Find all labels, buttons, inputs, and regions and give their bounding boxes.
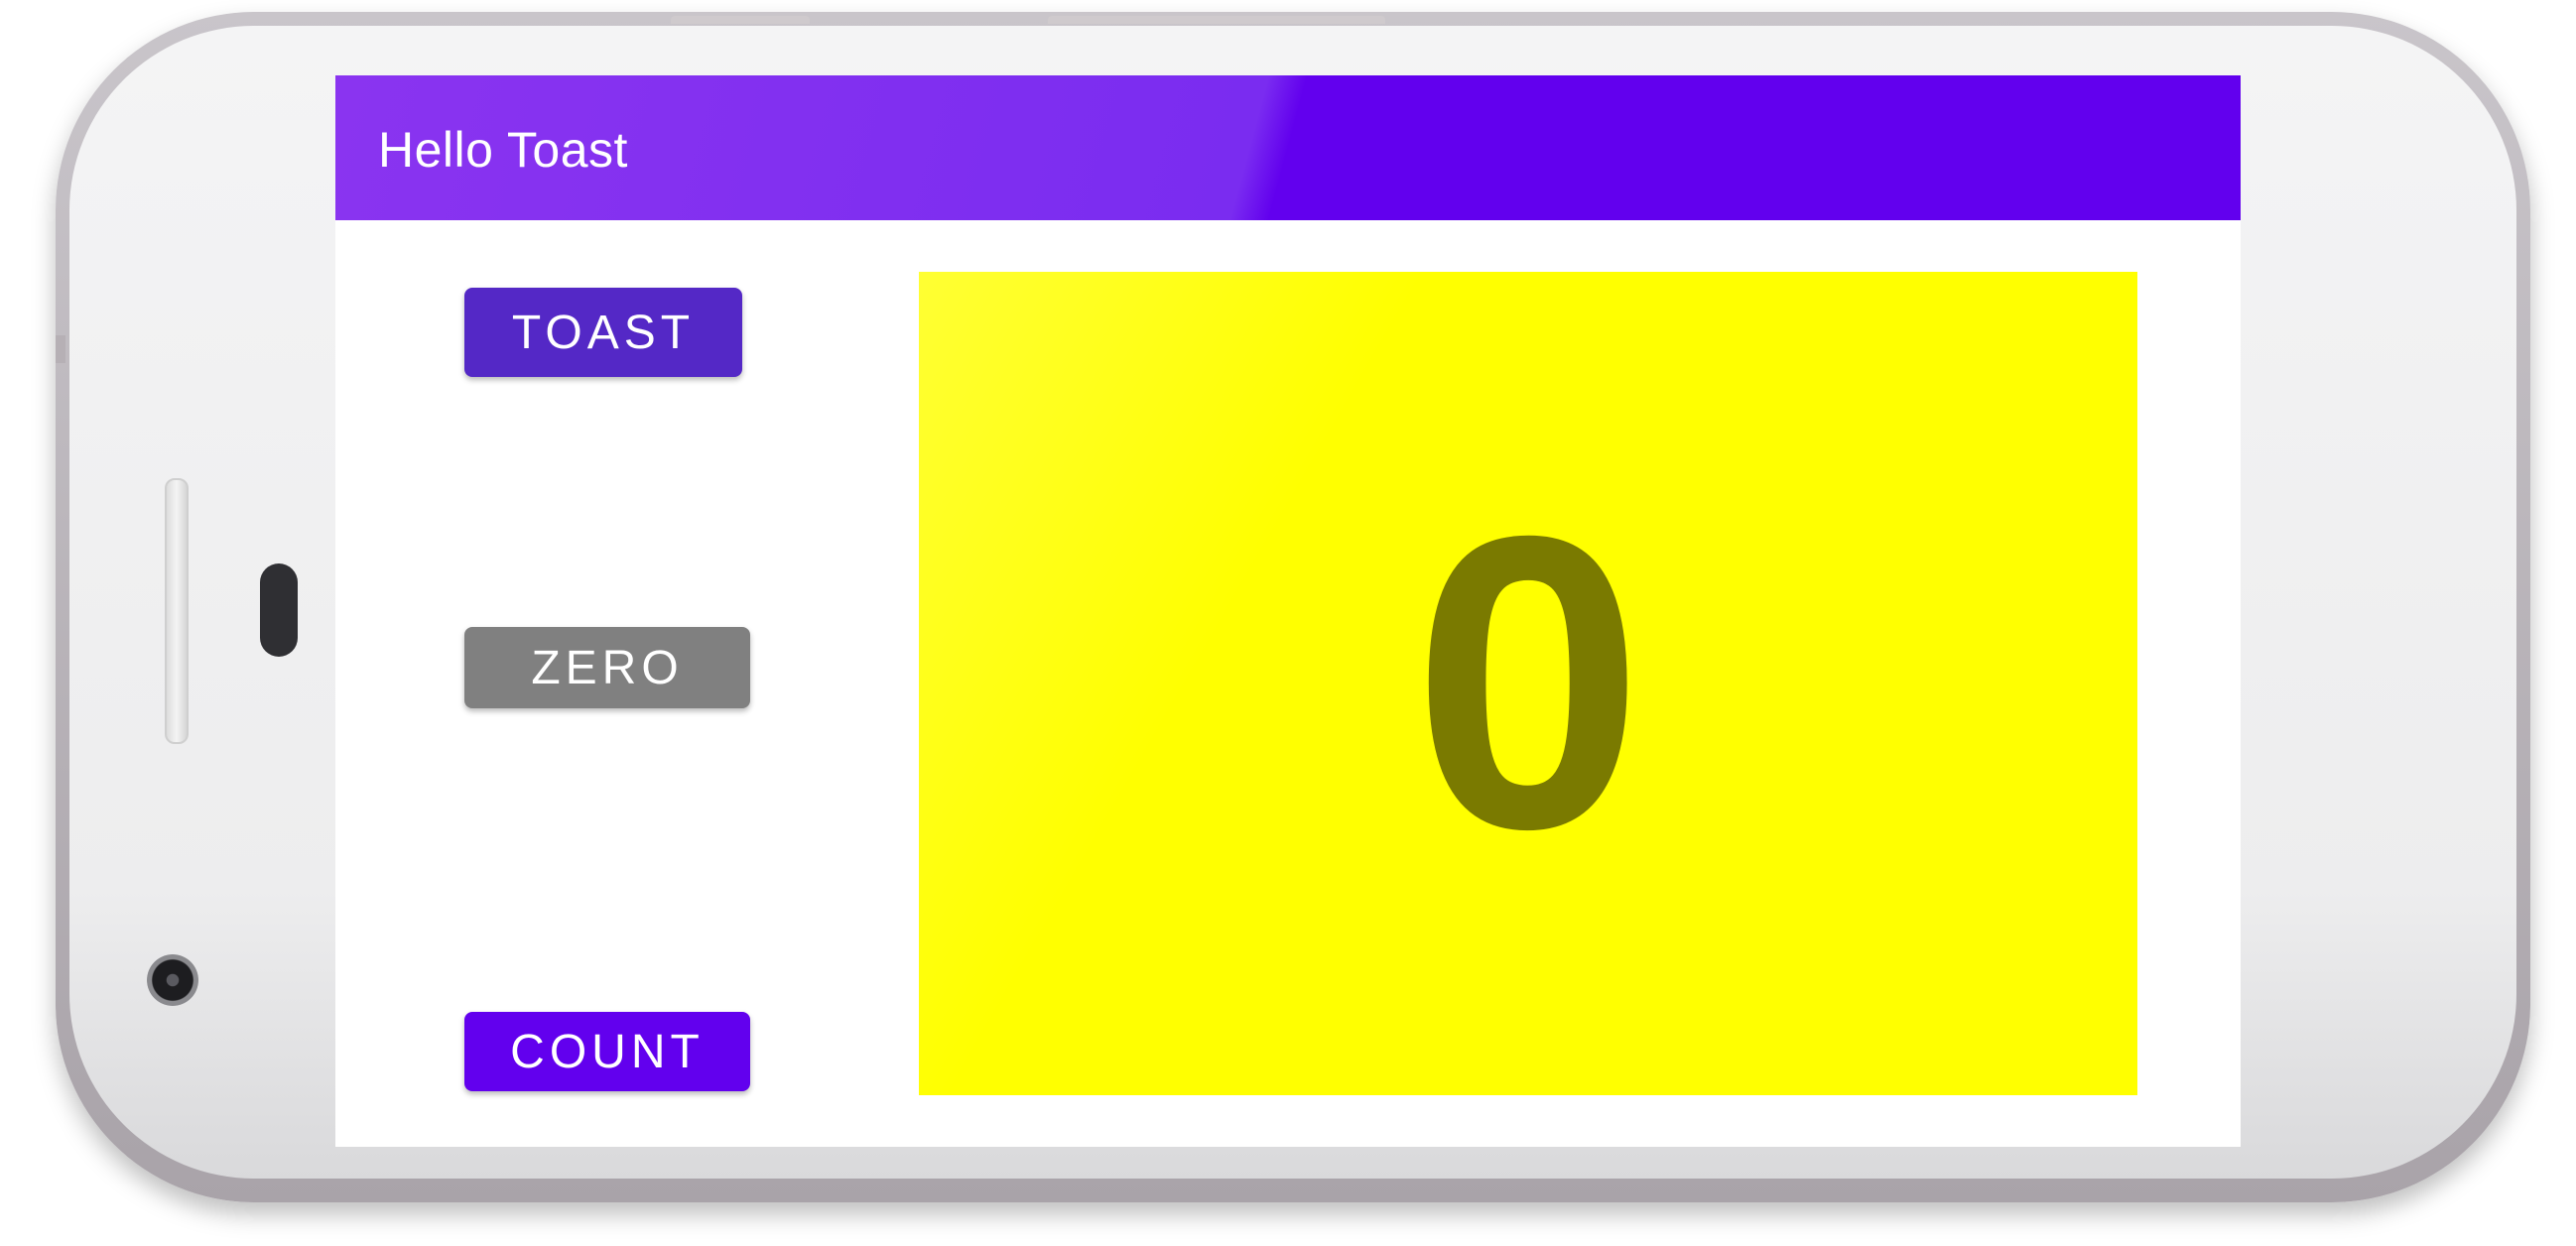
volume-button (671, 16, 810, 24)
app-screen: Hello Toast TOAST ZERO COUNT 0 (335, 75, 2241, 1147)
device-frame: Hello Toast TOAST ZERO COUNT 0 (0, 0, 2576, 1246)
power-button (1048, 16, 1385, 24)
app-title: Hello Toast (378, 122, 628, 178)
front-camera-icon (147, 954, 198, 1006)
count-value: 0 (1412, 450, 1644, 916)
count-display: 0 (919, 272, 2137, 1095)
proximity-sensor (260, 563, 298, 657)
toast-button[interactable]: TOAST (464, 288, 742, 377)
zero-button[interactable]: ZERO (464, 627, 750, 708)
app-bar: Hello Toast (335, 75, 2241, 220)
count-button[interactable]: COUNT (464, 1012, 750, 1091)
side-ridge (56, 335, 65, 363)
speaker-grille (165, 478, 189, 744)
